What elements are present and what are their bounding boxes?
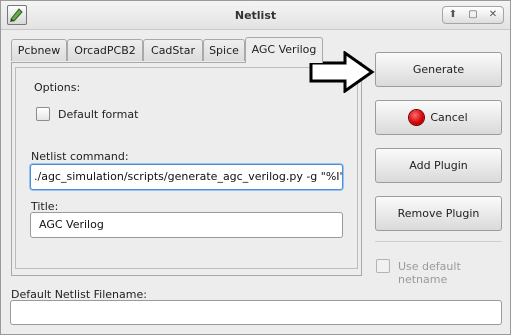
window-controls: ⬆ ▢ ✕ [442, 6, 504, 24]
default-netlist-filename-input[interactable] [10, 300, 502, 325]
minimize-icon[interactable]: ⬆ [444, 7, 462, 23]
remove-plugin-button[interactable]: Remove Plugin [375, 196, 502, 231]
cancel-button-label: Cancel [430, 111, 468, 124]
tab-orcadpcb2[interactable]: OrcadPCB2 [67, 39, 143, 61]
netlist-dialog: Netlist ⬆ ▢ ✕ Pcbnew OrcadPCB2 CadStar S… [0, 0, 511, 335]
use-default-netname-checkbox[interactable] [376, 259, 390, 273]
use-default-netname-label: Use default netname [398, 260, 461, 286]
tab-cadstar[interactable]: CadStar [143, 39, 203, 61]
title-bar[interactable]: Netlist ⬆ ▢ ✕ [1, 1, 510, 30]
options-label: Options: [34, 81, 81, 94]
close-icon[interactable]: ✕ [484, 7, 502, 23]
default-format-checkbox[interactable] [36, 107, 50, 121]
maximize-icon[interactable]: ▢ [464, 7, 482, 23]
window-title: Netlist [234, 9, 277, 22]
tab-agc-verilog[interactable]: AGC Verilog [245, 37, 323, 63]
tab-pcbnew[interactable]: Pcbnew [11, 39, 67, 61]
stop-icon [409, 110, 425, 125]
netlist-command-label: Netlist command: [31, 150, 129, 163]
default-format-label[interactable]: Default format [58, 108, 138, 121]
add-plugin-button[interactable]: Add Plugin [375, 148, 502, 183]
generate-button[interactable]: Generate [375, 52, 502, 87]
netlist-command-input[interactable]: ./agc_simulation/scripts/generate_agc_ve… [30, 164, 343, 190]
title-input[interactable]: AGC Verilog [30, 212, 343, 238]
cancel-button[interactable]: Cancel [375, 100, 502, 135]
netlist-command-value: ./agc_simulation/scripts/generate_agc_ve… [34, 170, 343, 183]
tab-spice[interactable]: Spice [203, 39, 245, 61]
separator [375, 241, 502, 242]
